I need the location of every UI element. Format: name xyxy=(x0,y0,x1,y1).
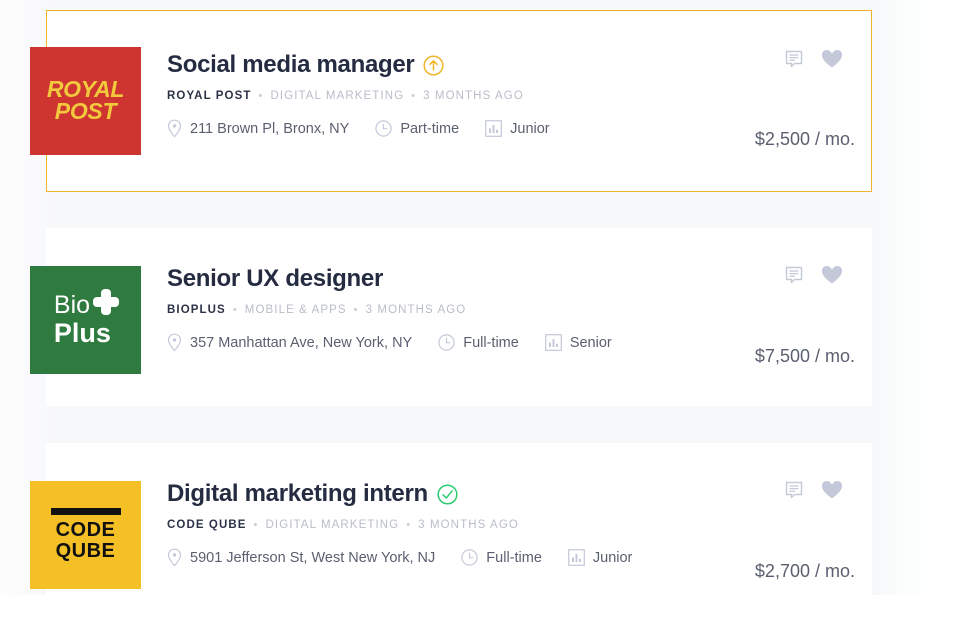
location-text: 357 Manhattan Ave, New York, NY xyxy=(190,334,413,351)
map-pin-icon xyxy=(167,548,182,567)
seniority-text: Junior xyxy=(510,120,550,137)
seniority-text: Senior xyxy=(569,334,612,351)
map-pin-icon xyxy=(167,119,182,138)
company-name[interactable]: CODE QUBE xyxy=(167,519,247,531)
job-salary: $2,500 / mo. xyxy=(754,129,855,149)
seniority-text: Junior xyxy=(592,549,633,566)
job-title-row: Digital marketing intern xyxy=(167,480,855,508)
separator-dot: • xyxy=(353,304,359,316)
code-qube-logo: CODE QUBE xyxy=(30,481,141,589)
location-text: 5901 Jefferson St, West New York, NJ xyxy=(190,549,436,566)
clock-icon xyxy=(375,120,393,137)
logo-line-1: CODE xyxy=(55,519,116,541)
job-meta: CODE QUBE • DIGITAL MARKETING • 3 MONTHS… xyxy=(167,519,855,531)
posted-time: 3 MONTHS AGO xyxy=(365,304,467,316)
company-name[interactable]: BIOPLUS xyxy=(167,304,226,316)
separator-dot: • xyxy=(253,519,259,531)
separator-dot: • xyxy=(406,519,412,531)
separator-dot: • xyxy=(258,90,264,102)
bar-chart-icon xyxy=(567,549,585,566)
employment-type-text: Full-time xyxy=(486,549,542,566)
job-category[interactable]: DIGITAL MARKETING xyxy=(266,519,400,531)
job-seniority: Junior xyxy=(485,120,550,137)
employment-type-text: Part-time xyxy=(400,120,460,137)
royal-post-logo: ROYAL POST xyxy=(30,47,141,155)
clock-icon xyxy=(461,549,478,566)
posted-time: 3 MONTHS AGO xyxy=(418,519,519,531)
job-seniority: Senior xyxy=(544,334,612,351)
job-category[interactable]: DIGITAL MARKETING xyxy=(270,90,404,102)
job-card[interactable]: CODE QUBE Digital marketing intern CODE … xyxy=(30,443,872,621)
location-text: 211 Brown Pl, Bronx, NY xyxy=(190,120,350,137)
logo-line-2: QUBE xyxy=(55,540,116,562)
logo-line-2: Plus xyxy=(53,318,111,348)
job-location: 211 Brown Pl, Bronx, NY xyxy=(167,119,349,138)
map-pin-icon xyxy=(167,333,182,352)
job-title-row: Social media manager xyxy=(167,51,855,79)
job-title[interactable]: Senior UX designer xyxy=(167,265,383,293)
cross-icon xyxy=(93,288,120,315)
job-employment-type: Full-time xyxy=(461,549,542,566)
verified-badge xyxy=(437,483,458,505)
job-facts: 211 Brown Pl, Bronx, NY Part-time Junior xyxy=(167,119,855,138)
job-salary: $2,700 / mo. xyxy=(754,561,855,581)
job-card[interactable]: ROYAL POST Social media manager ROYAL PO… xyxy=(30,10,872,192)
logo-bar xyxy=(50,508,121,515)
job-location: 5901 Jefferson St, West New York, NJ xyxy=(167,548,435,567)
job-listings-page: ROYAL POST Social media manager ROYAL PO… xyxy=(0,0,960,621)
job-category[interactable]: MOBILE & APPS xyxy=(245,304,347,316)
job-seniority: Junior xyxy=(567,549,633,566)
job-card[interactable]: Bio Plus Senior UX designer BIOPLUS • MO… xyxy=(30,228,872,406)
logo-line-1: Bio xyxy=(53,291,91,319)
company-name[interactable]: ROYAL POST xyxy=(167,90,252,102)
bar-chart-icon xyxy=(485,120,503,137)
job-employment-type: Part-time xyxy=(375,120,459,137)
job-facts: 357 Manhattan Ave, New York, NY Full-tim… xyxy=(167,333,855,352)
job-title-row: Senior UX designer xyxy=(167,265,855,293)
separator-dot: • xyxy=(411,90,417,102)
job-title[interactable]: Digital marketing intern xyxy=(167,480,428,508)
job-salary: $7,500 / mo. xyxy=(754,346,855,366)
employment-type-text: Full-time xyxy=(463,334,519,351)
job-meta: ROYAL POST • DIGITAL MARKETING • 3 MONTH… xyxy=(167,90,855,102)
bioplus-logo: Bio Plus xyxy=(30,266,141,374)
job-facts: 5901 Jefferson St, West New York, NJ Ful… xyxy=(167,548,855,567)
separator-dot: • xyxy=(232,304,238,316)
job-title[interactable]: Social media manager xyxy=(167,51,415,79)
posted-time: 3 MONTHS AGO xyxy=(423,90,524,102)
logo-line-2: POST xyxy=(54,98,117,124)
bar-chart-icon xyxy=(544,334,562,351)
clock-icon xyxy=(438,334,455,351)
job-location: 357 Manhattan Ave, New York, NY xyxy=(167,333,412,352)
job-meta: BIOPLUS • MOBILE & APPS • 3 MONTHS AGO xyxy=(167,304,855,316)
promoted-badge xyxy=(423,54,445,76)
job-employment-type: Full-time xyxy=(438,334,519,351)
